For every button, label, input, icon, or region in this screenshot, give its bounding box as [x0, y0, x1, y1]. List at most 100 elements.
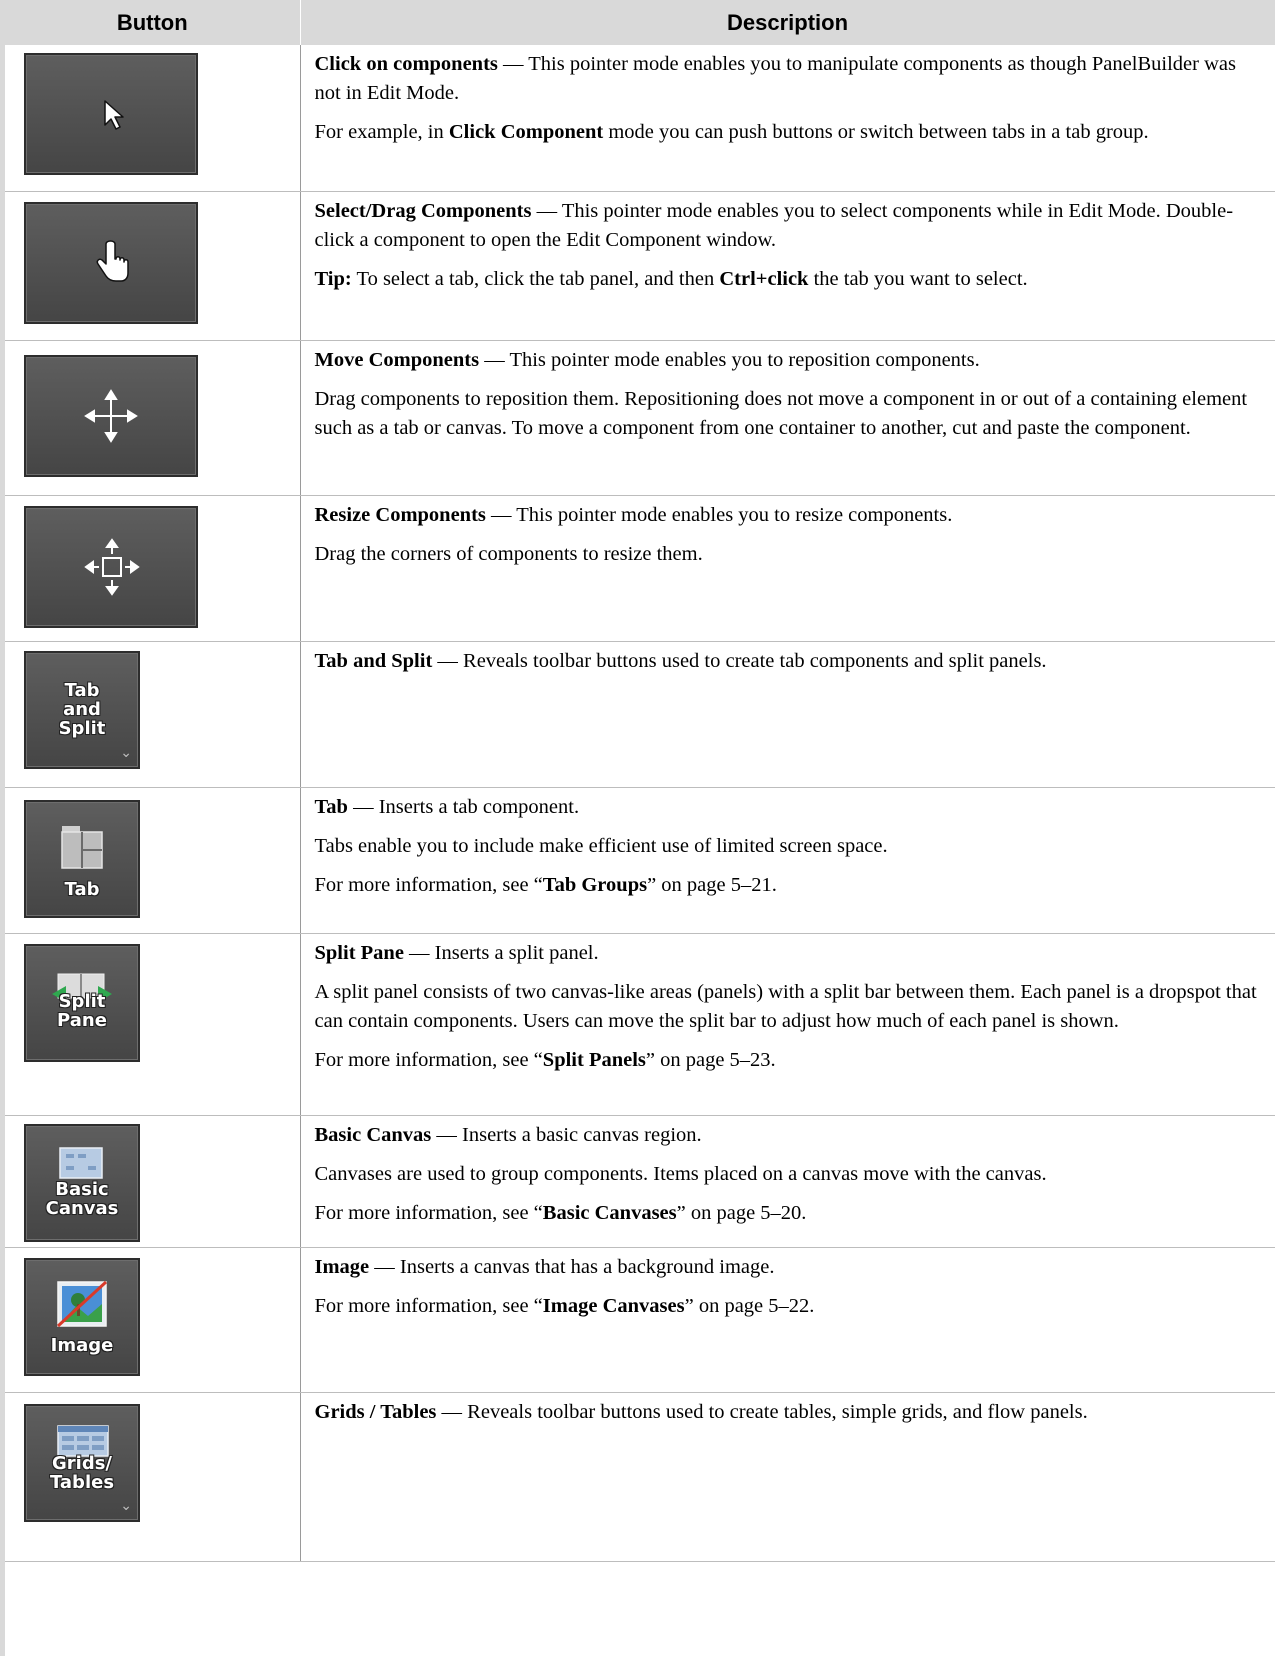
description-text: — Inserts a canvas that has a background…	[369, 1255, 775, 1278]
description-text: — Inserts a basic canvas region.	[431, 1123, 702, 1146]
button-cell	[5, 495, 301, 642]
button-cell: Split Pane	[5, 933, 301, 1116]
description-text: the tab you want to select.	[808, 267, 1028, 290]
description-text: For more information, see “	[314, 873, 543, 896]
description-paragraph: Tabs enable you to include make efficien…	[315, 832, 1258, 861]
description-text: Tabs enable you to include make efficien…	[314, 834, 888, 857]
description-cell: Select/Drag Components — This pointer mo…	[300, 191, 1275, 341]
description-paragraph: For more information, see “Basic Canvase…	[315, 1199, 1258, 1228]
description-text: For more information, see “	[314, 1294, 543, 1317]
description-text: Drag components to reposition them. Repo…	[314, 387, 1248, 439]
button-cell	[5, 191, 301, 341]
image-canvas-icon: Image	[24, 1257, 140, 1376]
description-text: ” on page 5–23.	[645, 1048, 776, 1071]
button-cell	[5, 340, 301, 496]
table-row: Tab and Split ⌄ Tab and Split — Reveals …	[5, 641, 1275, 788]
bold-term: Basic Canvases	[542, 1201, 677, 1224]
hand-pointer-icon	[24, 201, 198, 324]
button-caption-tab-and-split: Tab and Split	[58, 679, 106, 739]
description-paragraph: Image — Inserts a canvas that has a back…	[315, 1253, 1258, 1282]
description-text: For more information, see “	[314, 1048, 543, 1071]
table-row: Image Image — Inserts a canvas that has …	[5, 1247, 1275, 1393]
description-paragraph: Resize Components — This pointer mode en…	[315, 501, 1258, 530]
bold-term: Tab Groups	[542, 873, 648, 896]
description-paragraph: For more information, see “Tab Groups” o…	[315, 871, 1258, 900]
bold-term: Image	[314, 1255, 370, 1278]
description-paragraph: For more information, see “Split Panels”…	[315, 1046, 1258, 1075]
bold-term: Move Components	[314, 348, 480, 371]
button-cell: Tab	[5, 787, 301, 934]
description-text: — Reveals toolbar buttons used to create…	[432, 649, 1047, 672]
description-text: A split panel consists of two canvas-lik…	[314, 980, 1257, 1032]
tab-and-split-icon: Tab and Split ⌄	[24, 650, 140, 769]
table-row: Select/Drag Components — This pointer mo…	[5, 191, 1275, 341]
description-text: ” on page 5–21.	[647, 873, 777, 896]
description-paragraph: Split Pane — Inserts a split panel.	[315, 939, 1258, 968]
tab-icon: Tab	[24, 799, 140, 918]
button-caption-split-pane: Split Pane	[57, 990, 107, 1031]
dropdown-caret-icon: ⌄	[120, 744, 132, 761]
table-row: Tab Tab — Inserts a tab component. Tabs e…	[5, 787, 1275, 934]
description-paragraph: A split panel consists of two canvas-lik…	[315, 978, 1258, 1036]
description-paragraph: Canvases are used to group components. I…	[315, 1160, 1258, 1189]
description-text: To select a tab, click the tab panel, an…	[351, 267, 720, 290]
description-paragraph: Grids / Tables — Reveals toolbar buttons…	[315, 1398, 1258, 1427]
button-caption-basic-canvas: Basic Canvas	[45, 1178, 119, 1219]
bold-term: Basic Canvas	[314, 1123, 432, 1146]
button-caption-tab: Tab	[64, 878, 100, 900]
basic-canvas-icon: Basic Canvas	[24, 1123, 140, 1242]
grids-tables-icon: Grids/ Tables ⌄	[24, 1403, 140, 1522]
description-paragraph: Select/Drag Components — This pointer mo…	[315, 197, 1258, 255]
dropdown-caret-icon: ⌄	[120, 1497, 132, 1514]
table-row: Move Components — This pointer mode enab…	[5, 340, 1275, 496]
description-text: — Inserts a tab component.	[347, 795, 580, 818]
description-paragraph: Basic Canvas — Inserts a basic canvas re…	[315, 1121, 1258, 1150]
description-cell: Tab — Inserts a tab component. Tabs enabl…	[300, 787, 1275, 934]
bold-term: Click Component	[448, 121, 604, 143]
table-row: Basic Canvas Basic Canvas — Inserts a ba…	[5, 1115, 1275, 1248]
description-text: For more information, see “	[314, 1201, 543, 1224]
description-paragraph: For more information, see “Image Canvase…	[315, 1292, 1258, 1321]
button-caption-image: Image	[50, 1334, 114, 1356]
description-cell: Basic Canvas — Inserts a basic canvas re…	[300, 1115, 1275, 1248]
button-cell: Image	[5, 1247, 301, 1393]
description-paragraph: Drag components to reposition them. Repo…	[315, 385, 1258, 443]
description-text: ” on page 5–22.	[684, 1294, 815, 1317]
table-row: Split Pane Split Pane — Inserts a split …	[5, 933, 1275, 1116]
description-text: ” on page 5–20.	[676, 1201, 807, 1224]
description-text: mode you can push buttons or switch betw…	[603, 121, 1149, 143]
header-button: Button	[5, 0, 301, 45]
description-text: — This pointer mode enables you to repos…	[479, 348, 980, 371]
document-page: Button Description Click on components —…	[0, 0, 1275, 1656]
bold-term: Tab	[314, 795, 348, 818]
bold-term: Select/Drag Components	[314, 199, 532, 222]
bold-term: Ctrl+click	[719, 267, 809, 290]
pointer-arrow-icon	[24, 53, 198, 175]
description-text: For example, in	[314, 121, 449, 143]
description-cell: Grids / Tables — Reveals toolbar buttons…	[300, 1392, 1275, 1562]
description-cell: Image — Inserts a canvas that has a back…	[300, 1247, 1275, 1393]
bold-term: Split Panels	[542, 1048, 646, 1071]
toolbar-buttons-table: Button Description Click on components —…	[5, 0, 1275, 1562]
button-cell	[5, 45, 301, 192]
table-row: Grids/ Tables ⌄ Grids / Tables — Reveals…	[5, 1392, 1275, 1562]
description-paragraph: Tab — Inserts a tab component.	[315, 793, 1258, 822]
resize-arrows-icon	[24, 505, 198, 628]
bold-term: Resize Components	[314, 503, 486, 526]
description-text: — This pointer mode enables you to resiz…	[485, 503, 953, 526]
button-cell: Tab and Split ⌄	[5, 641, 301, 788]
description-cell: Resize Components — This pointer mode en…	[300, 495, 1275, 642]
description-cell: Tab and Split — Reveals toolbar buttons …	[300, 641, 1275, 788]
table-row: Click on components — This pointer mode …	[5, 45, 1275, 192]
button-caption-grids-tables: Grids/ Tables	[49, 1452, 115, 1493]
description-paragraph: Click on components — This pointer mode …	[315, 50, 1258, 108]
description-cell: Move Components — This pointer mode enab…	[300, 340, 1275, 496]
bold-term: Split Pane	[314, 941, 404, 964]
description-paragraph: Drag the corners of components to resize…	[315, 540, 1258, 569]
bold-term: Tip:	[314, 267, 352, 290]
description-paragraph: Tab and Split — Reveals toolbar buttons …	[315, 647, 1258, 676]
move-arrows-icon	[24, 354, 198, 477]
header-description: Description	[300, 0, 1275, 45]
table-row: Resize Components — This pointer mode en…	[5, 495, 1275, 642]
description-paragraph: Move Components — This pointer mode enab…	[315, 346, 1258, 375]
